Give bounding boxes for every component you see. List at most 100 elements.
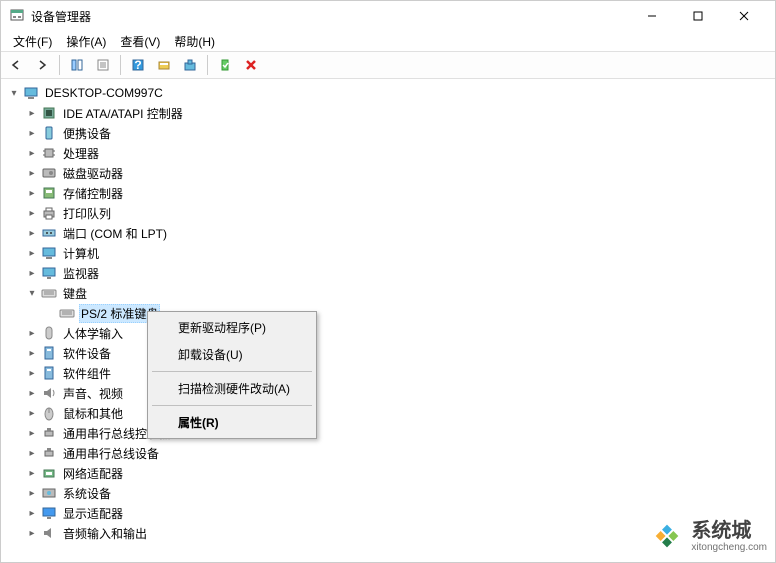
tree-item-label: 处理器	[61, 144, 101, 163]
storage-icon	[41, 185, 57, 201]
expand-icon[interactable]: ▸	[25, 486, 39, 500]
forward-button[interactable]	[31, 54, 53, 76]
minimize-button[interactable]	[629, 1, 675, 31]
expand-icon[interactable]: ▸	[25, 466, 39, 480]
expand-icon[interactable]: ▸	[25, 386, 39, 400]
expand-icon[interactable]: ▸	[25, 166, 39, 180]
tree-item[interactable]: ▸ 软件设备	[3, 343, 773, 363]
watermark: 系统城 xitongcheng.com	[649, 518, 767, 554]
expand-icon[interactable]: ▸	[25, 406, 39, 420]
tree-item[interactable]: ▸ 磁盘驱动器	[3, 163, 773, 183]
tree-item[interactable]: ▸ 计算机	[3, 243, 773, 263]
tree-item-label: 显示适配器	[61, 504, 125, 523]
tree-item[interactable]: ▸ 系统设备	[3, 483, 773, 503]
sound-icon	[41, 385, 57, 401]
expand-icon[interactable]: ▸	[25, 106, 39, 120]
menu-action[interactable]: 操作(A)	[60, 31, 112, 52]
collapse-icon[interactable]: ▾	[25, 286, 39, 300]
chip-icon	[41, 105, 57, 121]
tree-item-label: 便携设备	[61, 124, 113, 143]
mouse-icon	[41, 405, 57, 421]
device-tree[interactable]: ▾ DESKTOP-COM997C ▸ IDE ATA/ATAPI 控制器 ▸ …	[1, 79, 775, 562]
tree-item[interactable]: ▸ 存储控制器	[3, 183, 773, 203]
network-icon	[41, 465, 57, 481]
portable-icon	[41, 125, 57, 141]
show-hide-tree-button[interactable]	[66, 54, 88, 76]
tree-item-label: 监视器	[61, 264, 101, 283]
window-buttons	[629, 1, 767, 31]
monitor-icon	[41, 265, 57, 281]
scan-hardware-button[interactable]	[153, 54, 175, 76]
usb-icon	[41, 445, 57, 461]
expand-icon[interactable]: ▸	[25, 366, 39, 380]
expand-icon[interactable]: ▸	[25, 526, 39, 540]
ctx-separator	[152, 371, 312, 372]
collapse-icon[interactable]: ▾	[7, 86, 21, 100]
disk-icon	[41, 165, 57, 181]
watermark-logo-icon	[649, 518, 685, 554]
tree-item[interactable]: ▸ 声音、视频	[3, 383, 773, 403]
tree-item[interactable]: ▸ 打印队列	[3, 203, 773, 223]
enable-device-button[interactable]	[214, 54, 236, 76]
printer-icon	[41, 205, 57, 221]
tree-item[interactable]: ▸ 软件组件	[3, 363, 773, 383]
tree-item-label: 软件设备	[61, 344, 113, 363]
ctx-update-driver[interactable]: 更新驱动程序(P)	[150, 314, 314, 341]
audio-icon	[41, 525, 57, 541]
tree-item[interactable]: ▸ 通用串行总线控制器	[3, 423, 773, 443]
tree-item[interactable]: ▸ IDE ATA/ATAPI 控制器	[3, 103, 773, 123]
tree-item[interactable]: ▸ 通用串行总线设备	[3, 443, 773, 463]
tree-item[interactable]: ▸ 便携设备	[3, 123, 773, 143]
tree-item[interactable]: ▾ 键盘	[3, 283, 773, 303]
help-button[interactable]: ?	[127, 54, 149, 76]
tree-item[interactable]: ▾ DESKTOP-COM997C	[3, 83, 773, 103]
expand-icon[interactable]: ▸	[25, 446, 39, 460]
tree-item[interactable]: ▸ 处理器	[3, 143, 773, 163]
ctx-properties[interactable]: 属性(R)	[150, 409, 314, 436]
close-button[interactable]	[721, 1, 767, 31]
properties-button[interactable]	[92, 54, 114, 76]
keyboard-icon	[59, 305, 75, 321]
ctx-scan[interactable]: 扫描检测硬件改动(A)	[150, 375, 314, 402]
svg-text:?: ?	[134, 58, 141, 72]
tree-item[interactable]: ▸ 监视器	[3, 263, 773, 283]
expand-icon[interactable]: ▸	[25, 126, 39, 140]
tree-item-label: 计算机	[61, 244, 101, 263]
expand-icon[interactable]: ▸	[25, 146, 39, 160]
tree-item-label: 存储控制器	[61, 184, 125, 203]
expand-icon[interactable]: ▸	[25, 206, 39, 220]
tree-item-label: 键盘	[61, 284, 89, 303]
toolbar-separator	[120, 55, 121, 75]
menubar: 文件(F) 操作(A) 查看(V) 帮助(H)	[1, 31, 775, 51]
menu-view[interactable]: 查看(V)	[114, 31, 166, 52]
tree-item[interactable]: ▸ 鼠标和其他	[3, 403, 773, 423]
expand-icon[interactable]: ▸	[25, 246, 39, 260]
tree-item[interactable]: ▸ 网络适配器	[3, 463, 773, 483]
tree-item-label: 音频输入和输出	[61, 524, 149, 543]
tree-item[interactable]: ▸ 人体学输入	[3, 323, 773, 343]
expand-icon[interactable]: ▸	[25, 426, 39, 440]
watermark-name: 系统城	[691, 520, 767, 542]
menu-help[interactable]: 帮助(H)	[168, 31, 221, 52]
expand-icon[interactable]: ▸	[25, 506, 39, 520]
maximize-button[interactable]	[675, 1, 721, 31]
update-driver-button[interactable]	[179, 54, 201, 76]
expand-icon[interactable]: ▸	[25, 326, 39, 340]
menu-file[interactable]: 文件(F)	[7, 31, 58, 52]
expand-icon[interactable]: ▸	[25, 226, 39, 240]
tree-item[interactable]: ▸ 端口 (COM 和 LPT)	[3, 223, 773, 243]
app-icon	[9, 8, 25, 24]
tree-item-label: 网络适配器	[61, 464, 125, 483]
uninstall-device-button[interactable]	[240, 54, 262, 76]
expand-icon[interactable]: ▸	[25, 266, 39, 280]
expand-icon[interactable]: ▸	[25, 346, 39, 360]
tree-item-label: 人体学输入	[61, 324, 125, 343]
watermark-url: xitongcheng.com	[691, 542, 767, 553]
expand-icon[interactable]: ▸	[25, 186, 39, 200]
back-button[interactable]	[5, 54, 27, 76]
system-icon	[41, 485, 57, 501]
tree-item[interactable]: PS/2 标准键盘	[3, 303, 773, 323]
ctx-uninstall[interactable]: 卸载设备(U)	[150, 341, 314, 368]
toolbar-separator	[207, 55, 208, 75]
display-icon	[41, 505, 57, 521]
